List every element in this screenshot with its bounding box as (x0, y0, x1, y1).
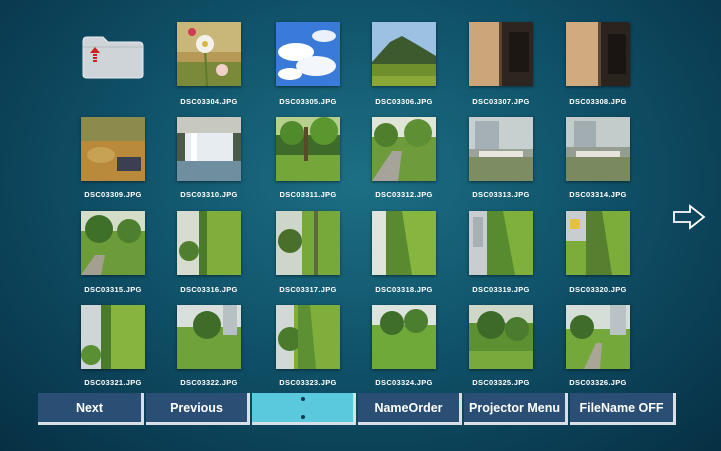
file-name-label: DSC03312.JPG (375, 190, 433, 199)
thumbnail-image[interactable] (469, 211, 533, 275)
file-name-label: DSC03307.JPG (472, 97, 530, 106)
file-name-label: DSC03315.JPG (84, 285, 142, 294)
file-name-label: DSC03325.JPG (472, 378, 530, 387)
thumbnail-image[interactable] (372, 211, 436, 275)
thumbnail-image[interactable] (81, 305, 145, 369)
file-name-label: DSC03320.JPG (569, 285, 627, 294)
filename-toggle-button[interactable]: FileName OFF (570, 393, 676, 425)
file-name-label: DSC03316.JPG (180, 285, 238, 294)
file-name-label: DSC03319.JPG (472, 285, 530, 294)
blank-selected-button[interactable] (252, 393, 356, 425)
next-button[interactable]: Next (38, 393, 144, 425)
file-name-label: DSC03322.JPG (180, 378, 238, 387)
file-name-label: DSC03311.JPG (279, 190, 337, 199)
file-name-label: DSC03304.JPG (180, 97, 238, 106)
file-name-label: DSC03310.JPG (180, 190, 238, 199)
name-order-button[interactable]: NameOrder (358, 393, 462, 425)
file-name-label: DSC03306.JPG (375, 97, 433, 106)
thumbnail-image[interactable] (566, 211, 630, 275)
arrow-right-icon[interactable] (672, 204, 706, 230)
file-name-label: DSC03317.JPG (279, 285, 337, 294)
indicator-dot (300, 415, 305, 419)
file-name-label: DSC03323.JPG (279, 378, 337, 387)
bottom-toolbar: Next Previous NameOrder Projector Menu F… (38, 393, 676, 429)
indicator-dot (300, 397, 305, 401)
file-name-label: DSC03318.JPG (375, 285, 433, 294)
thumbnail-image[interactable] (566, 305, 630, 369)
thumbnail-image[interactable] (276, 22, 340, 86)
thumbnail-image[interactable] (177, 117, 241, 181)
thumbnail-image[interactable] (372, 117, 436, 181)
file-name-label: DSC03314.JPG (569, 190, 627, 199)
thumbnail-image[interactable] (276, 305, 340, 369)
thumbnail-image[interactable] (81, 211, 145, 275)
file-name-label: DSC03313.JPG (472, 190, 530, 199)
thumbnail-image[interactable] (177, 22, 241, 86)
thumbnail-image[interactable] (177, 211, 241, 275)
parent-folder-icon[interactable] (81, 35, 145, 79)
file-name-label: DSC03326.JPG (569, 378, 627, 387)
previous-button[interactable]: Previous (146, 393, 250, 425)
thumbnail-image[interactable] (177, 305, 241, 369)
thumbnail-image[interactable] (276, 211, 340, 275)
thumbnail-image[interactable] (566, 117, 630, 181)
thumbnail-image[interactable] (469, 117, 533, 181)
file-name-label: DSC03305.JPG (279, 97, 337, 106)
file-name-label: DSC03309.JPG (84, 190, 142, 199)
thumbnail-image[interactable] (469, 22, 533, 86)
thumbnail-image[interactable] (372, 305, 436, 369)
thumbnail-image[interactable] (81, 117, 145, 181)
file-name-label: DSC03308.JPG (569, 97, 627, 106)
thumbnail-image[interactable] (566, 22, 630, 86)
file-name-label: DSC03321.JPG (84, 378, 142, 387)
thumbnail-image[interactable] (276, 117, 340, 181)
file-name-label: DSC03324.JPG (375, 378, 433, 387)
thumbnail-image[interactable] (372, 22, 436, 86)
projector-menu-button[interactable]: Projector Menu (464, 393, 568, 425)
thumbnail-image[interactable] (469, 305, 533, 369)
